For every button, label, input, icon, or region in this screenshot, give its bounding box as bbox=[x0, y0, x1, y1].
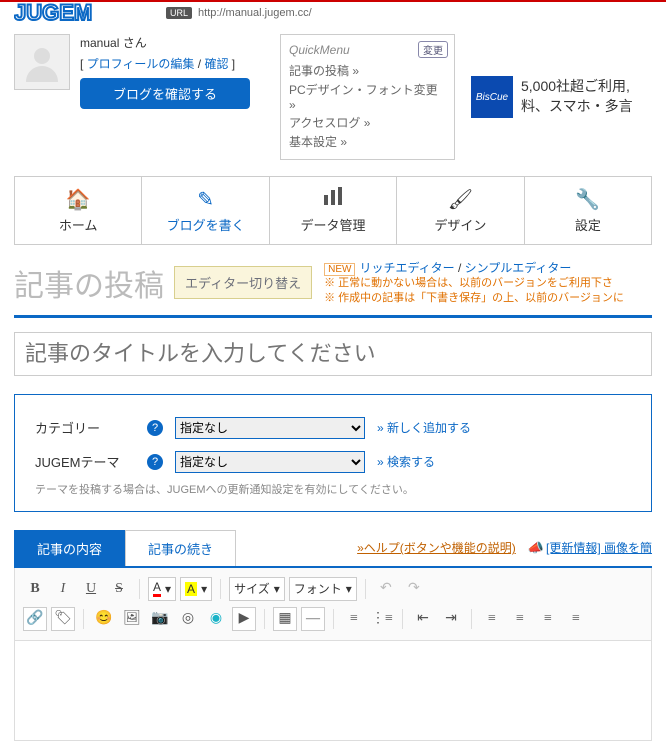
rich-editor-link[interactable]: リッチエディター bbox=[359, 261, 454, 275]
theme-note: テーマを投稿する場合は、JUGEMへの更新通知設定を有効にしてください。 bbox=[35, 481, 631, 497]
help-icon[interactable]: ? bbox=[147, 420, 163, 436]
add-category-link[interactable]: » 新しく追加する bbox=[377, 419, 471, 436]
map-button[interactable]: ◉ bbox=[204, 607, 228, 631]
simple-editor-link[interactable]: シンプルエディター bbox=[465, 261, 572, 275]
nav-design[interactable]: 🖌デザイン bbox=[397, 177, 524, 244]
bgcolor-button[interactable]: A ▾ bbox=[180, 577, 212, 601]
textcolor-button[interactable]: A ▾ bbox=[148, 577, 176, 601]
ol-button[interactable]: ≡ bbox=[342, 607, 366, 631]
nav-settings[interactable]: 🔧設定 bbox=[525, 177, 651, 244]
link-button[interactable]: 🔗 bbox=[23, 607, 47, 631]
user-box: manual さん [ プロフィールの編集 / 確認 ] ブログを確認する bbox=[80, 34, 270, 160]
youtube-button[interactable]: ▶ bbox=[232, 607, 256, 631]
warning-text-2: ※ 作成中の記事は「下書き保存」の上、以前のバージョンに bbox=[324, 291, 652, 306]
title-bar: 記事の投稿 エディター切り替え NEWリッチエディター / シンプルエディター … bbox=[0, 245, 666, 315]
site-logo[interactable]: JUGEM bbox=[14, 2, 154, 24]
category-select[interactable]: 指定なし bbox=[175, 417, 365, 439]
editor-help-link[interactable]: »ヘルプ(ボタンや機能の説明) bbox=[357, 539, 516, 556]
topbar: JUGEM URL http://manual.jugem.cc/ bbox=[0, 0, 666, 24]
theme-label: JUGEMテーマ bbox=[35, 452, 135, 471]
meta-box: カテゴリー ? 指定なし » 新しく追加する JUGEMテーマ ? 指定なし »… bbox=[14, 394, 652, 512]
emoji-button[interactable]: 😊 bbox=[92, 607, 116, 631]
chart-icon bbox=[323, 187, 343, 209]
tab-continued[interactable]: 記事の続き bbox=[125, 530, 236, 566]
editor-switch-button[interactable]: エディター切り替え bbox=[174, 266, 312, 299]
italic-button[interactable]: I bbox=[51, 577, 75, 601]
edit-icon: ✎ bbox=[197, 187, 214, 209]
hr-button[interactable]: — bbox=[301, 607, 325, 631]
editor-textarea[interactable] bbox=[14, 641, 652, 741]
profile-confirm-link[interactable]: 確認 bbox=[204, 57, 228, 71]
align-left-button[interactable]: ≡ bbox=[480, 607, 504, 631]
ul-button[interactable]: ⋮≡ bbox=[370, 607, 394, 631]
url-text: http://manual.jugem.cc/ bbox=[198, 7, 312, 19]
editor-toolbar: B I U S A ▾ A ▾ サイズ ▾ フォント ▾ ↶ ↷ 🔗 🏷 😊 🖼… bbox=[14, 568, 652, 641]
tag-button[interactable]: 🏷 bbox=[51, 607, 75, 631]
nav-home[interactable]: 🏠ホーム bbox=[15, 177, 142, 244]
bold-button[interactable]: B bbox=[23, 577, 47, 601]
table-button[interactable]: ▦ bbox=[273, 607, 297, 631]
check-blog-button[interactable]: ブログを確認する bbox=[80, 78, 250, 109]
brush-icon: 🖌 bbox=[448, 187, 473, 209]
outdent-button[interactable]: ⇤ bbox=[411, 607, 435, 631]
url-chip: URL bbox=[166, 7, 192, 19]
megaphone-icon: 📣 bbox=[528, 540, 544, 556]
profile-edit-link[interactable]: プロフィールの編集 bbox=[87, 57, 195, 71]
quickmenu-item[interactable]: 記事の投稿 » bbox=[289, 61, 446, 80]
nav-data[interactable]: データ管理 bbox=[270, 177, 397, 244]
main-nav: 🏠ホーム ✎ブログを書く データ管理 🖌デザイン 🔧設定 bbox=[14, 176, 652, 245]
wrench-icon: 🔧 bbox=[575, 187, 600, 209]
undo-button[interactable]: ↶ bbox=[374, 577, 398, 601]
ad-text: 5,000社超ご利用,料、スマホ・多言 bbox=[521, 77, 633, 116]
font-select[interactable]: フォント ▾ bbox=[289, 577, 357, 601]
header: manual さん [ プロフィールの編集 / 確認 ] ブログを確認する Qu… bbox=[0, 24, 666, 176]
nav-write[interactable]: ✎ブログを書く bbox=[142, 177, 269, 244]
home-icon: 🏠 bbox=[66, 187, 91, 209]
avatar[interactable] bbox=[14, 34, 70, 90]
size-select[interactable]: サイズ ▾ bbox=[229, 577, 285, 601]
post-title-input[interactable] bbox=[14, 332, 652, 376]
quickmenu-item[interactable]: 基本設定 » bbox=[289, 132, 446, 151]
quickmenu: QuickMenu 変更 記事の投稿 » PCデザイン・フォント変更 » アクセ… bbox=[280, 34, 455, 160]
warning-text-1: ※ 正常に動かない場合は、以前のバージョンをご利用下さ bbox=[324, 276, 652, 291]
quickmenu-item[interactable]: PCデザイン・フォント変更 » bbox=[289, 80, 446, 113]
editor-tabs: 記事の内容 記事の続き »ヘルプ(ボタンや機能の説明) 📣 [更新情報] 画像を… bbox=[14, 530, 652, 568]
align-center-button[interactable]: ≡ bbox=[508, 607, 532, 631]
ad-box[interactable]: BisCue 5,000社超ご利用,料、スマホ・多言 bbox=[471, 34, 633, 160]
underline-button[interactable]: U bbox=[79, 577, 103, 601]
update-info-link[interactable]: [更新情報] 画像を簡 bbox=[546, 539, 652, 556]
help-icon[interactable]: ? bbox=[147, 454, 163, 470]
tab-content[interactable]: 記事の内容 bbox=[14, 530, 125, 566]
strike-button[interactable]: S bbox=[107, 577, 131, 601]
category-label: カテゴリー bbox=[35, 418, 135, 437]
indent-button[interactable]: ⇥ bbox=[439, 607, 463, 631]
quickmenu-change-button[interactable]: 変更 bbox=[418, 41, 448, 58]
ad-image: BisCue bbox=[471, 76, 513, 118]
quickmenu-item[interactable]: アクセスログ » bbox=[289, 113, 446, 132]
svg-text:JUGEM: JUGEM bbox=[14, 2, 92, 24]
redo-button[interactable]: ↷ bbox=[402, 577, 426, 601]
align-right-button[interactable]: ≡ bbox=[536, 607, 560, 631]
user-name: manual bbox=[80, 36, 119, 50]
instagram-button[interactable]: ◎ bbox=[176, 607, 200, 631]
align-justify-button[interactable]: ≡ bbox=[564, 607, 588, 631]
photo-button[interactable]: 📷 bbox=[148, 607, 172, 631]
page-title: 記事の投稿 bbox=[14, 261, 164, 305]
new-badge: NEW bbox=[324, 263, 355, 276]
theme-select[interactable]: 指定なし bbox=[175, 451, 365, 473]
search-theme-link[interactable]: » 検索する bbox=[377, 453, 435, 470]
image-button[interactable]: 🖼 bbox=[120, 607, 144, 631]
content-frame: カテゴリー ? 指定なし » 新しく追加する JUGEMテーマ ? 指定なし »… bbox=[14, 315, 652, 741]
